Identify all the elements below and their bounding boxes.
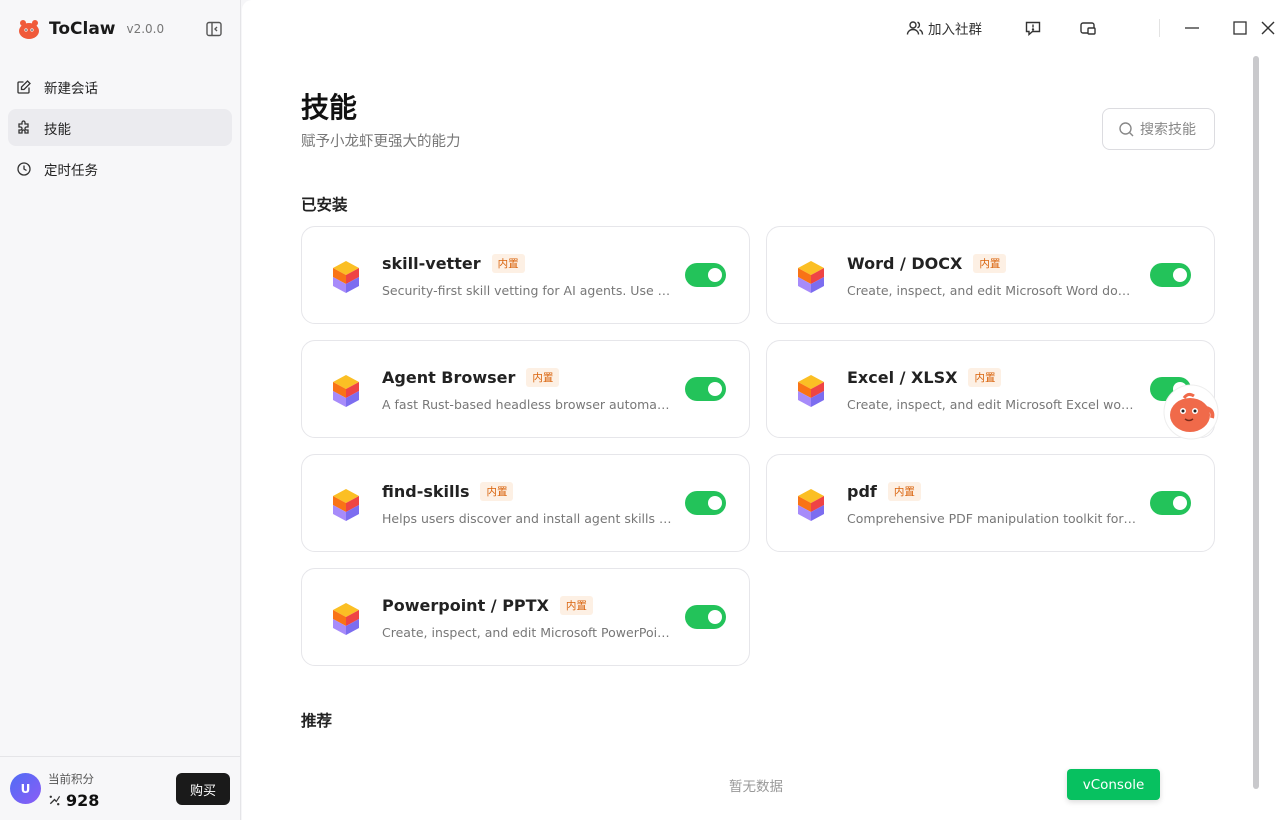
sidebar-item-scheduled-tasks[interactable]: 定时任务	[8, 150, 232, 187]
sidebar: ToClaw v2.0.0 新建会话 技能 定时任务 U 当前积分 928 购买	[0, 0, 241, 820]
skill-card[interactable]: skill-vetter 内置 Security-first skill vet…	[301, 226, 750, 324]
search-placeholder: 搜索技能	[1140, 122, 1196, 138]
builtin-badge: 内置	[968, 368, 1002, 387]
skill-cube-icon	[798, 489, 824, 521]
skill-cube-icon	[333, 603, 359, 635]
minimize-button[interactable]	[1183, 17, 1201, 39]
brand: ToClaw v2.0.0	[17, 16, 164, 42]
sidebar-nav: 新建会话 技能 定时任务	[8, 68, 232, 191]
builtin-badge: 内置	[973, 254, 1007, 273]
sidebar-collapse-icon[interactable]	[205, 20, 223, 38]
builtin-badge: 内置	[887, 482, 921, 501]
sidebar-item-label: 定时任务	[44, 162, 98, 179]
page-title: 技能	[301, 91, 358, 124]
builtin-badge: 内置	[491, 254, 525, 273]
page-subtitle: 赋予小龙虾更强大的能力	[301, 134, 461, 150]
app-version: v2.0.0	[126, 22, 165, 36]
close-icon	[1261, 21, 1275, 35]
builtin-badge: 内置	[559, 596, 593, 615]
pip-button[interactable]	[1079, 17, 1097, 39]
skill-toggle[interactable]	[685, 263, 726, 287]
user-panel: U 当前积分 928 购买	[0, 756, 240, 820]
skill-cube-icon	[333, 489, 359, 521]
sidebar-item-new-chat[interactable]: 新建会话	[8, 68, 232, 105]
skill-card[interactable]: Word / DOCX 内置 Create, inspect, and edit…	[766, 226, 1215, 324]
search-icon	[1119, 121, 1134, 136]
points-row: 928	[48, 791, 99, 810]
skill-description: Create, inspect, and edit Microsoft Word…	[847, 283, 1137, 298]
installed-section-title: 已安装	[301, 196, 348, 214]
skill-name: skill-vetter 内置	[382, 254, 525, 273]
sidebar-item-label: 技能	[44, 121, 71, 138]
minimize-icon	[1185, 27, 1199, 29]
skill-name-text: Excel / XLSX	[847, 368, 958, 387]
feedback-button[interactable]	[1024, 17, 1042, 39]
skill-toggle[interactable]	[1150, 263, 1191, 287]
skill-name-text: Word / DOCX	[847, 254, 963, 273]
picture-in-picture-icon	[1080, 22, 1096, 35]
skill-description: Security-first skill vetting for AI agen…	[382, 283, 672, 298]
join-community-label: 加入社群	[928, 22, 982, 38]
puzzle-icon	[18, 119, 29, 134]
buy-button[interactable]: 购买	[176, 773, 230, 805]
app-name: ToClaw	[49, 19, 116, 39]
skill-name-text: Powerpoint / PPTX	[382, 596, 549, 615]
skill-cube-icon	[333, 375, 359, 407]
skill-description: Helps users discover and install agent s…	[382, 511, 672, 526]
main-panel: 加入社群 技能 赋予小龙虾更强大的能力 搜索技能 已安装 skill-vette…	[242, 0, 1280, 820]
skill-cube-icon	[798, 261, 824, 293]
skill-name: find-skills 内置	[382, 482, 514, 501]
empty-state-text: 暂无数据	[729, 779, 783, 795]
users-icon	[906, 21, 924, 35]
search-input[interactable]: 搜索技能	[1102, 108, 1215, 150]
maximize-icon	[1233, 21, 1247, 35]
skill-name-text: pdf	[847, 482, 877, 501]
builtin-badge: 内置	[526, 368, 560, 387]
skill-cube-icon	[798, 375, 824, 407]
titlebar-divider	[1159, 19, 1160, 37]
feedback-icon	[1025, 21, 1041, 37]
skill-name: pdf 内置	[847, 482, 921, 501]
skill-name-text: find-skills	[382, 482, 470, 501]
maximize-button[interactable]	[1231, 17, 1249, 39]
skill-name: Excel / XLSX 内置	[847, 368, 1002, 387]
skill-name: Word / DOCX 内置	[847, 254, 1007, 273]
edit-icon	[17, 79, 31, 94]
claw-logo-icon	[19, 20, 39, 39]
points-icon	[49, 795, 61, 806]
skill-description: Create, inspect, and edit Microsoft Exce…	[847, 397, 1137, 412]
skill-cube-icon	[333, 261, 359, 293]
skill-description: Create, inspect, and edit Microsoft Powe…	[382, 625, 672, 640]
close-button[interactable]	[1259, 17, 1277, 39]
skill-description: A fast Rust-based headless browser autom…	[382, 397, 672, 412]
skill-toggle[interactable]	[685, 377, 726, 401]
builtin-badge: 内置	[480, 482, 514, 501]
skill-card[interactable]: Excel / XLSX 内置 Create, inspect, and edi…	[766, 340, 1215, 438]
skill-toggle[interactable]	[685, 491, 726, 515]
skill-name: Powerpoint / PPTX 内置	[382, 596, 593, 615]
window-titlebar: 加入社群	[860, 0, 1280, 56]
skill-card[interactable]: pdf 内置 Comprehensive PDF manipulation to…	[766, 454, 1215, 552]
skill-card[interactable]: Powerpoint / PPTX 内置 Create, inspect, an…	[301, 568, 750, 666]
skill-card[interactable]: Agent Browser 内置 A fast Rust-based headl…	[301, 340, 750, 438]
sidebar-item-label: 新建会话	[44, 80, 98, 97]
scrollbar-thumb[interactable]	[1253, 56, 1259, 789]
mascot-shrimp-icon[interactable]	[1162, 384, 1220, 440]
vconsole-button[interactable]: vConsole	[1067, 769, 1160, 800]
join-community-button[interactable]: 加入社群	[906, 17, 982, 39]
sidebar-item-skills[interactable]: 技能	[8, 109, 232, 146]
skill-card[interactable]: find-skills 内置 Helps users discover and …	[301, 454, 750, 552]
avatar[interactable]: U	[10, 773, 41, 804]
skill-name-text: Agent Browser	[382, 368, 516, 387]
points-value: 928	[66, 791, 100, 810]
skill-name: Agent Browser 内置	[382, 368, 560, 387]
clock-icon	[17, 161, 31, 176]
skill-name-text: skill-vetter	[382, 254, 481, 273]
skill-description: Comprehensive PDF manipulation toolkit f…	[847, 511, 1137, 526]
skill-toggle[interactable]	[685, 605, 726, 629]
points-label: 当前积分	[48, 772, 94, 786]
recommended-section-title: 推荐	[301, 712, 333, 730]
skill-toggle[interactable]	[1150, 491, 1191, 515]
